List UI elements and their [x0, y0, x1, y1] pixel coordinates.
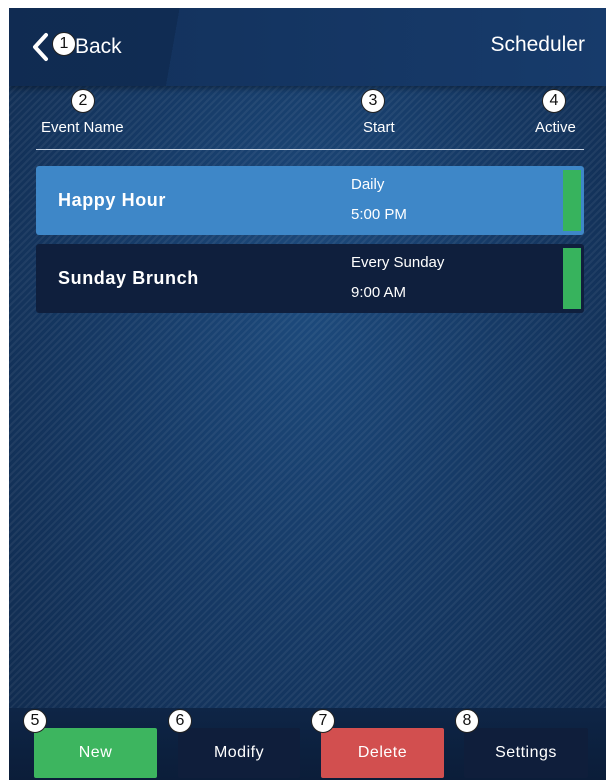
delete-button[interactable]: Delete [321, 728, 444, 778]
event-name: Happy Hour [58, 190, 167, 210]
new-button[interactable]: New [34, 728, 157, 778]
event-row-happy-hour[interactable]: Happy Hour Daily 5:00 PM [36, 166, 584, 235]
page-title: Scheduler [490, 33, 585, 56]
event-name: Sunday Brunch [58, 268, 199, 288]
modify-button[interactable]: Modify [178, 728, 300, 778]
settings-button[interactable]: Settings [464, 728, 588, 778]
scheduler-screen: Back Scheduler Event Name Start Active H… [9, 8, 606, 780]
event-recurrence: Daily [351, 176, 385, 193]
back-label: Back [75, 35, 122, 58]
callout-badge: 5 [23, 709, 47, 733]
callout-badge: 2 [71, 89, 95, 113]
active-indicator [563, 170, 581, 231]
event-row-sunday-brunch[interactable]: Sunday Brunch Every Sunday 9:00 AM [36, 244, 584, 313]
event-start-time: 9:00 AM [351, 284, 407, 301]
event-start-time: 5:00 PM [351, 206, 407, 223]
callout-badge: 6 [168, 709, 192, 733]
column-header-start: Start [363, 119, 395, 136]
callout-badge: 7 [311, 709, 335, 733]
header-divider [36, 149, 584, 150]
active-indicator [563, 248, 581, 309]
callout-badge: 1 [52, 32, 76, 56]
header-bar: Back Scheduler [9, 8, 606, 86]
column-header-active: Active [535, 119, 576, 136]
callout-badge: 8 [455, 709, 479, 733]
chevron-left-icon [33, 33, 48, 61]
column-header-event-name: Event Name [41, 119, 124, 136]
event-recurrence: Every Sunday [351, 254, 445, 271]
callout-badge: 4 [542, 89, 566, 113]
callout-badge: 3 [361, 89, 385, 113]
back-button[interactable]: Back [31, 30, 122, 64]
